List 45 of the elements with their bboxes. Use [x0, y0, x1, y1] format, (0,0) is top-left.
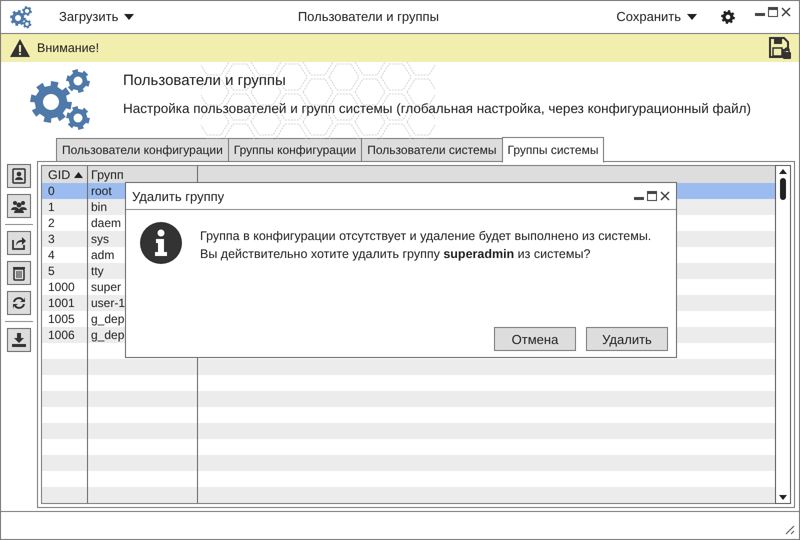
scroll-down-icon[interactable] — [779, 495, 787, 500]
gears-icon — [27, 68, 93, 132]
window-title: Пользователи и группы — [296, 9, 440, 24]
delete-button[interactable]: Удалить — [586, 327, 668, 351]
tab[interactable]: Группы системы — [502, 137, 604, 164]
scrollbar[interactable] — [775, 165, 791, 504]
users-icon — [11, 198, 27, 214]
download-button[interactable] — [7, 328, 31, 352]
refresh-button[interactable] — [7, 291, 31, 316]
cancel-button[interactable]: Отмена — [494, 327, 576, 351]
load-menu-button[interactable]: Загрузить — [55, 7, 138, 26]
settings-icon[interactable] — [721, 10, 735, 24]
tab[interactable]: Пользователи системы — [361, 138, 502, 162]
page-subtitle: Настройка пользователей и групп системы (глобальная настройка, через конфигурационный файл) — [123, 100, 752, 116]
dialog-message: Группа в конфигурации отсутствует и удаление будет выполнено из системы. — [200, 228, 652, 244]
trash-icon — [11, 265, 27, 282]
contact-card-button[interactable] — [7, 164, 31, 188]
contact-card-icon — [11, 168, 27, 184]
close-icon[interactable] — [660, 191, 670, 201]
tab[interactable]: Группы конфигурации — [228, 138, 362, 162]
warning-text: Внимание! — [37, 41, 100, 56]
table-cell: 1006 — [42, 327, 88, 344]
share-icon — [11, 235, 27, 252]
maximize-icon[interactable] — [768, 7, 778, 17]
tab[interactable]: Пользователи конфигурации — [56, 138, 228, 162]
caret-icon — [687, 14, 697, 20]
dialog-message: Вы действительно хотите удалить группу superadmin из системы? — [200, 246, 592, 262]
maximize-icon[interactable] — [647, 191, 657, 201]
sort-ascending-icon — [74, 172, 84, 178]
info-icon — [140, 222, 182, 264]
download-icon — [11, 332, 27, 348]
gears-icon — [9, 4, 33, 29]
scrollbar-thumb[interactable] — [780, 178, 786, 200]
save-menu-button[interactable]: Сохранить — [612, 7, 701, 26]
close-icon[interactable] — [781, 7, 791, 17]
resize-grip-icon[interactable] — [785, 525, 795, 535]
page-title: Пользователи и группы — [123, 72, 287, 89]
floppy-lock-icon[interactable] — [769, 37, 791, 60]
users-button[interactable] — [7, 194, 31, 218]
share-button[interactable] — [7, 231, 31, 256]
refresh-icon — [11, 295, 27, 312]
warning-icon — [9, 38, 31, 58]
scroll-up-icon[interactable] — [779, 169, 787, 174]
trash-button[interactable] — [7, 261, 31, 286]
caret-icon — [124, 14, 134, 20]
